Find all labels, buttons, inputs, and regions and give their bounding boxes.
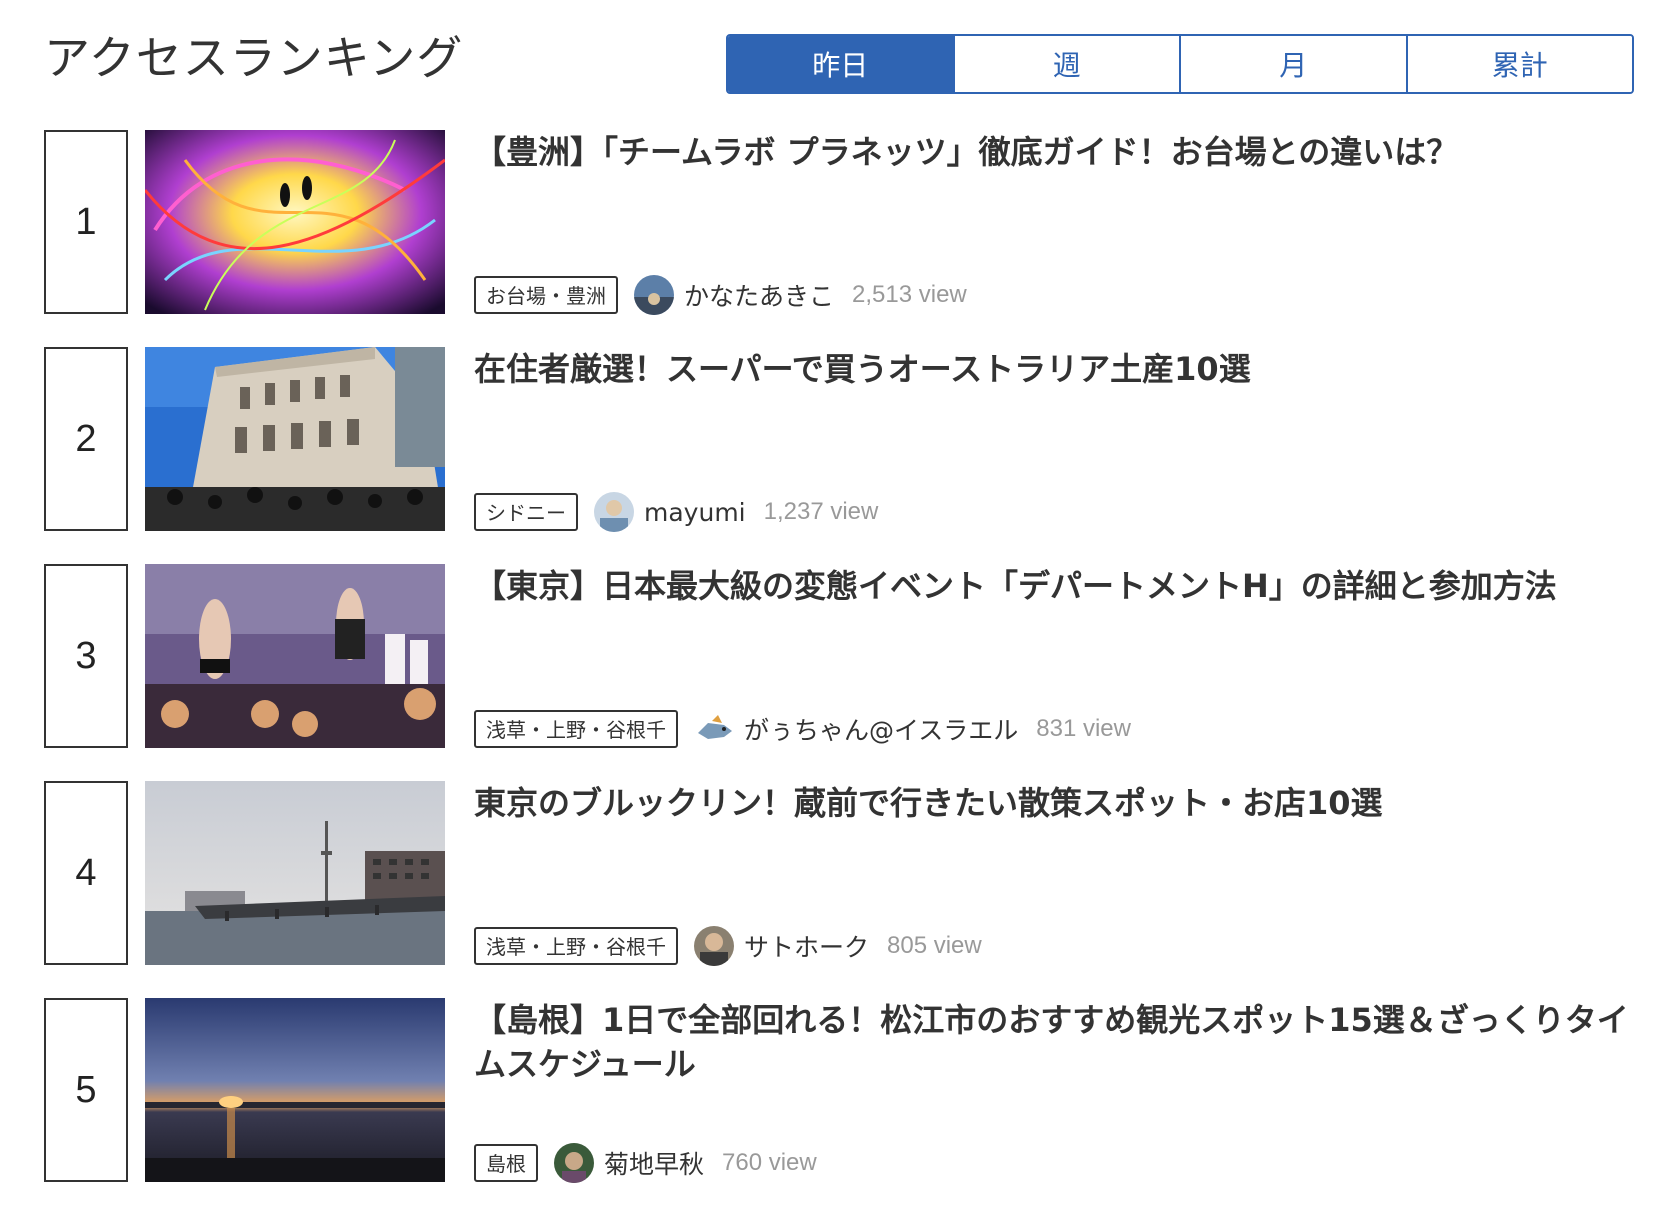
article-title[interactable]: 在住者厳選！スーパーで買うオーストラリア土産10選 <box>474 347 1634 391</box>
rank-number: 1 <box>44 130 128 314</box>
rank-number: 5 <box>44 998 128 1182</box>
author-name[interactable]: かなたあきこ <box>684 277 834 313</box>
article-thumbnail[interactable] <box>145 130 445 314</box>
tab-total[interactable]: 累計 <box>1405 36 1632 92</box>
article-title[interactable]: 東京のブルックリン！蔵前で行きたい散策スポット・お店10選 <box>474 781 1634 825</box>
rank-number: 2 <box>44 347 128 531</box>
author-name[interactable]: サトホーク <box>744 928 869 964</box>
rank-number: 4 <box>44 781 128 965</box>
avatar <box>694 709 734 749</box>
avatar <box>594 492 634 532</box>
view-count: 1,237 view <box>763 498 879 525</box>
view-count: 831 view <box>1036 715 1131 742</box>
article-thumbnail[interactable] <box>145 998 445 1182</box>
view-count: 805 view <box>887 932 982 959</box>
article-meta: 浅草・上野・谷根千 サトホーク 805 view <box>474 925 982 967</box>
tab-month[interactable]: 月 <box>1179 36 1406 92</box>
article-meta: 島根 菊地早秋 760 view <box>474 1142 817 1184</box>
tab-week[interactable]: 週 <box>952 36 1179 92</box>
area-tag[interactable]: シドニー <box>474 493 578 531</box>
view-count: 2,513 view <box>852 281 967 308</box>
period-tabs: 昨日 週 月 累計 <box>726 34 1634 94</box>
article-meta: 浅草・上野・谷根千 がぅちゃん@イスラエル 831 view <box>474 708 1131 750</box>
view-count: 760 view <box>722 1149 817 1176</box>
ranking-item: 4 東京のブルックリン！蔵前で行きたい散策スポット・お店10選 浅草・上野・谷根… <box>44 781 1634 967</box>
ranking-item: 2 在住者厳選！スーパーで買うオーストラリア土産10選 シドニー mayumi … <box>44 347 1634 533</box>
avatar <box>694 926 734 966</box>
area-tag[interactable]: お台場・豊洲 <box>474 276 618 314</box>
author-name[interactable]: 菊地早秋 <box>604 1145 704 1181</box>
article-meta: お台場・豊洲 かなたあきこ 2,513 view <box>474 274 967 316</box>
page-title: アクセスランキング <box>44 31 464 85</box>
rank-number: 3 <box>44 564 128 748</box>
article-thumbnail[interactable] <box>145 347 445 531</box>
tab-yesterday[interactable]: 昨日 <box>728 36 953 92</box>
article-title[interactable]: 【豊洲】「チームラボ プラネッツ」徹底ガイド！お台場との違いは？ <box>474 130 1634 174</box>
article-meta: シドニー mayumi 1,237 view <box>474 491 878 533</box>
article-title[interactable]: 【島根】1日で全部回れる！松江市のおすすめ観光スポット15選＆ざっくりタイムスケ… <box>474 998 1634 1086</box>
article-thumbnail[interactable] <box>145 564 445 748</box>
article-title[interactable]: 【東京】日本最大級の変態イベント「デパートメントH」の詳細と参加方法 <box>474 564 1634 608</box>
avatar <box>634 275 674 315</box>
ranking-list: 1 【豊洲】「チームラボ プラネッツ」徹底ガイド！お台場との違いは？ お台場・豊… <box>44 130 1634 1215</box>
avatar <box>554 1143 594 1183</box>
ranking-item: 1 【豊洲】「チームラボ プラネッツ」徹底ガイド！お台場との違いは？ お台場・豊… <box>44 130 1634 316</box>
author-name[interactable]: がぅちゃん@イスラエル <box>744 711 1018 747</box>
ranking-item: 5 【島根】1日で全部回れる！松江市のおすすめ観光スポット15選＆ざっくりタイム… <box>44 998 1634 1184</box>
area-tag[interactable]: 浅草・上野・谷根千 <box>474 710 678 748</box>
article-thumbnail[interactable] <box>145 781 445 965</box>
author-name[interactable]: mayumi <box>644 498 746 527</box>
area-tag[interactable]: 島根 <box>474 1144 538 1182</box>
area-tag[interactable]: 浅草・上野・谷根千 <box>474 927 678 965</box>
ranking-item: 3 【東京】日本最大級の変態イベント「デパートメントH」の詳細と参加方法 浅草・… <box>44 564 1634 750</box>
